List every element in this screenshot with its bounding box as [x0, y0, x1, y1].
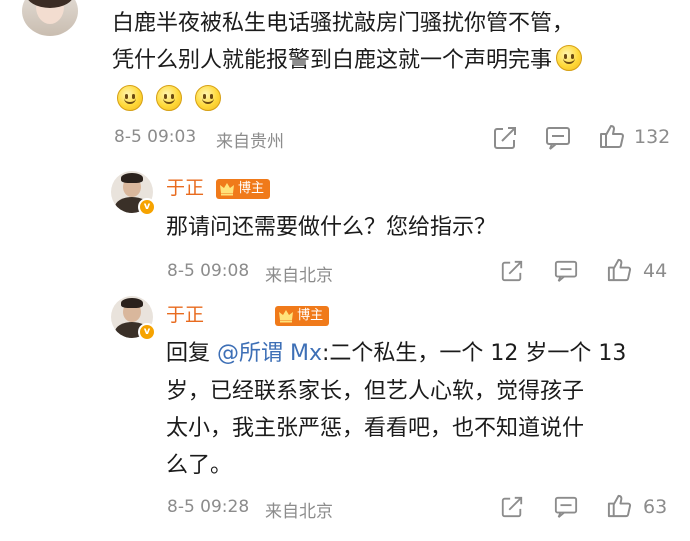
smile-emoji-icon — [117, 85, 143, 111]
comment-icon[interactable] — [554, 259, 578, 283]
reply-text-line: 岁，已经联系家长，但艺人心软，觉得孩子 — [166, 379, 585, 404]
reply-text-line: 么了。 — [166, 453, 233, 478]
like-count: 132 — [634, 126, 671, 148]
comment-text-segment: 凭什么别人就能报警到白鹿这就一个声明完事 — [112, 48, 553, 73]
comment-location: 来自北京 — [265, 502, 333, 522]
comment-location: 来自北京 — [265, 266, 333, 286]
comment-icon[interactable] — [554, 495, 578, 519]
blogger-badge: 博主 — [275, 306, 330, 326]
blogger-badge: 博主 — [216, 179, 271, 199]
comment-text-line: 白鹿半夜被私生电话骚扰敲房门骚扰你管不管， — [112, 11, 575, 36]
comment-time: 8-5 09:28 — [167, 497, 250, 517]
reply-prefix: 回复 — [166, 341, 211, 366]
crown-icon — [220, 183, 234, 196]
badge-label: 博主 — [297, 308, 324, 323]
crown-icon — [279, 310, 294, 323]
verified-icon: v — [138, 323, 156, 341]
share-icon[interactable] — [492, 125, 518, 151]
comment-time: 8-5 09:08 — [167, 261, 250, 281]
smile-emoji-icon — [556, 45, 583, 71]
thumbs-up-icon[interactable] — [598, 122, 626, 150]
mention-link[interactable]: @所谓 Mx — [217, 341, 322, 366]
author-name[interactable]: 于正 — [166, 300, 204, 327]
like-count: 63 — [643, 496, 668, 518]
comment-icon[interactable] — [545, 125, 571, 151]
share-icon[interactable] — [500, 495, 524, 519]
author-name[interactable]: 于正 — [166, 173, 204, 200]
comment-location: 来自贵州 — [216, 132, 284, 152]
thumbs-up-icon[interactable] — [606, 256, 633, 283]
commenter-avatar[interactable] — [22, 0, 78, 36]
comment-time: 8-5 09:03 — [114, 127, 197, 147]
share-icon[interactable] — [500, 259, 524, 283]
emoji-row — [117, 85, 222, 111]
smile-emoji-icon — [195, 85, 222, 111]
smile-emoji-icon — [156, 85, 183, 111]
comment-text: 那请问还需要做什么？您给指示？ — [166, 215, 497, 240]
verified-icon: v — [138, 198, 156, 216]
reply-text-segment: :二个私生，一个 12 岁一个 13 — [322, 341, 627, 366]
reply-text-line: 回复 @所谓 Mx:二个私生，一个 12 岁一个 13 — [166, 337, 626, 371]
badge-label: 博主 — [238, 181, 265, 196]
reply-text-line: 太小，我主张严惩，看看吧，也不知道说什 — [166, 416, 585, 441]
like-count: 44 — [643, 260, 668, 282]
thumbs-up-icon[interactable] — [606, 492, 633, 519]
comment-text-line: 凭什么别人就能报警到白鹿这就一个声明完事 — [112, 44, 583, 78]
